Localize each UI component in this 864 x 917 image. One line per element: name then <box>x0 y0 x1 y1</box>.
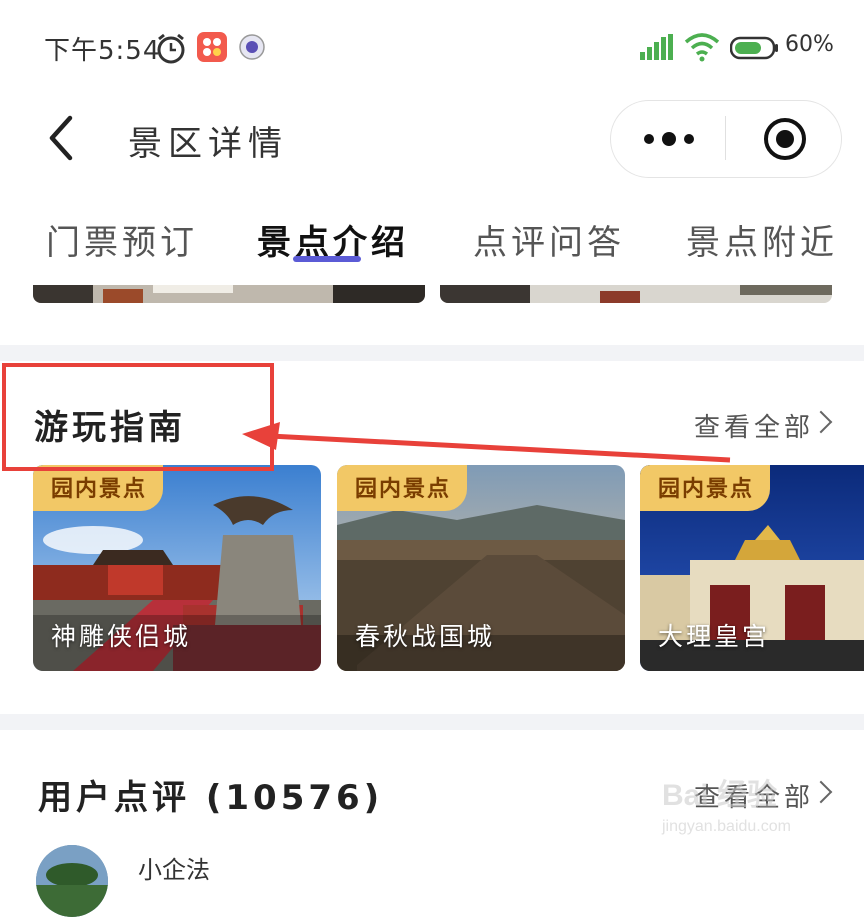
card-tag: 园内景点 <box>640 465 771 511</box>
battery-icon <box>730 36 778 60</box>
card-name: 大理皇宫 <box>658 622 771 651</box>
guide-card-dali[interactable]: 园内景点 大理皇宫 <box>640 465 864 671</box>
annotation-arrow-icon <box>242 422 731 463</box>
card-tag: 园内景点 <box>33 465 164 511</box>
section-divider <box>0 345 864 361</box>
capsule-divider <box>725 116 726 160</box>
alarm-icon <box>157 33 185 64</box>
active-tab-indicator <box>293 256 361 262</box>
tab-ticket-booking[interactable]: 门票预订 <box>46 215 198 264</box>
tab-nearby[interactable]: 景点附近 <box>686 215 838 264</box>
camera-app-icon <box>239 34 265 60</box>
page-title: 景区详情 <box>128 124 288 164</box>
card-name: 春秋战国城 <box>355 622 496 651</box>
status-time: 下午5:54 <box>44 36 161 66</box>
guide-card-shendiao[interactable]: 园内景点 神雕侠侣城 <box>33 465 321 671</box>
intro-image-left[interactable] <box>33 285 425 303</box>
battery-percentage: 60% <box>785 32 834 57</box>
card-tag: 园内景点 <box>337 465 468 511</box>
reviews-section-title: 用户点评 (10576) <box>38 778 384 818</box>
app-icon <box>197 32 227 62</box>
more-dots-icon[interactable] <box>642 126 696 152</box>
card-name: 神雕侠侣城 <box>51 622 192 651</box>
tab-reviews-qa[interactable]: 点评问答 <box>473 215 625 264</box>
avatar[interactable] <box>36 845 108 917</box>
section-divider <box>0 714 864 730</box>
annotation-highlight-box <box>2 363 274 471</box>
guide-card-chunqiu[interactable]: 园内景点 春秋战国城 <box>337 465 625 671</box>
watermark-logo: Bai 经验 <box>662 779 778 812</box>
signal-icon <box>640 34 673 60</box>
back-arrow-icon[interactable] <box>44 112 84 164</box>
record-circle-icon[interactable] <box>762 116 808 162</box>
intro-image-right[interactable] <box>440 285 832 303</box>
wifi-icon <box>684 33 720 62</box>
baidu-jingyan-watermark: Bai 经验 jingyan.baidu.com <box>662 770 832 850</box>
reviewer-name: 小企法 <box>138 856 210 884</box>
watermark-url: jingyan.baidu.com <box>662 818 791 835</box>
